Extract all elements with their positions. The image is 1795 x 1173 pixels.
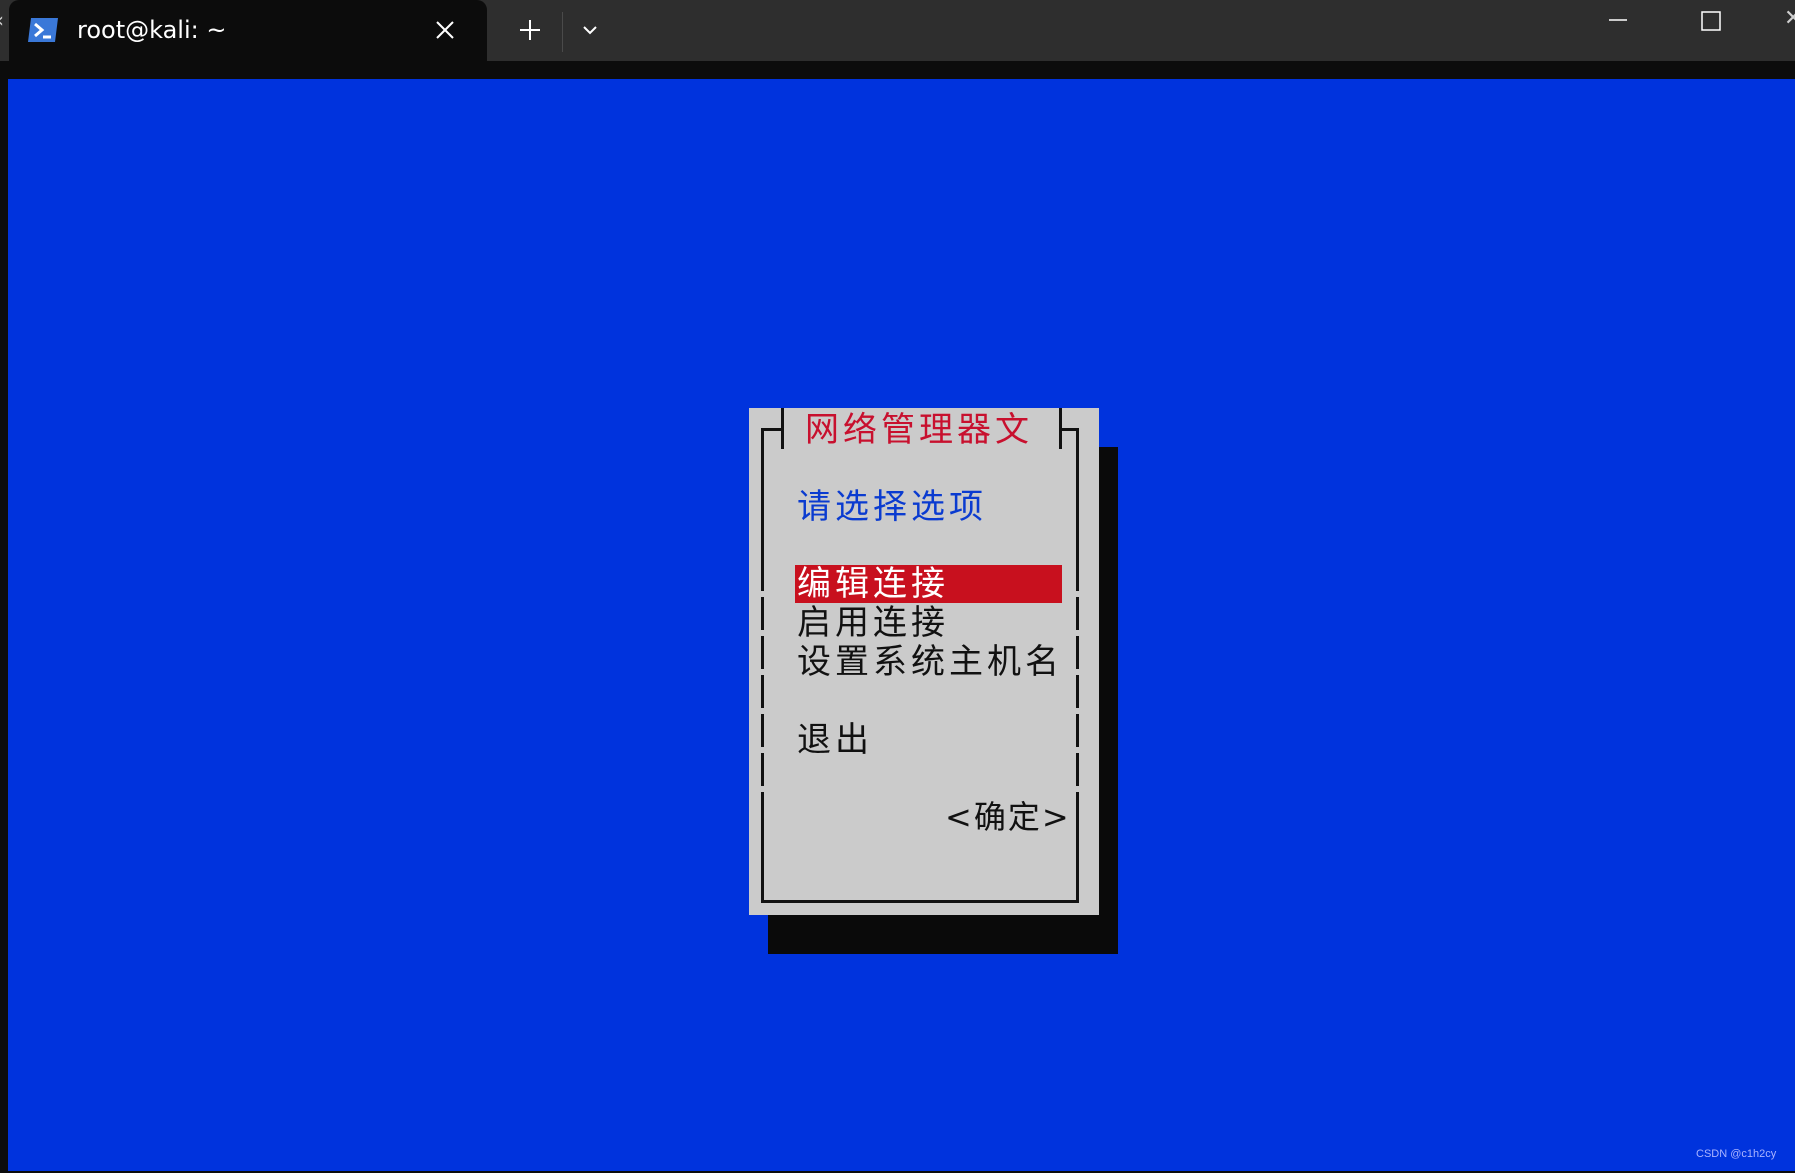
dialog-prompt: 请选择选项: [797, 487, 987, 527]
maximize-icon[interactable]: [1690, 6, 1732, 36]
frame-gap: [761, 669, 764, 675]
chevron-down-icon[interactable]: [572, 14, 608, 46]
terminal-area[interactable]: 网络管理器文 请选择选项 编辑连接 启用连接 设置系统主机名 退出 <确定>: [0, 61, 1795, 1173]
frame-gap: [1076, 630, 1079, 636]
frame-gap: [1076, 669, 1079, 675]
minimize-icon[interactable]: [1597, 6, 1639, 36]
frame-top-right: [1059, 428, 1079, 431]
frame-gap: [761, 630, 764, 636]
tab-title: root@kali: ~: [77, 16, 227, 44]
frame-gap: [1076, 747, 1079, 753]
menu-item-quit[interactable]: 退出: [795, 721, 1062, 759]
frame-gap: [1076, 591, 1079, 597]
frame-gap: [761, 708, 764, 714]
title-tick-right: [1059, 408, 1062, 449]
frame-gap: [761, 747, 764, 753]
title-tick-left: [781, 408, 784, 449]
powershell-icon: [28, 18, 58, 42]
watermark: CSDN @c1h2cy: [1696, 1148, 1777, 1160]
plus-icon[interactable]: [510, 14, 550, 46]
close-icon[interactable]: [432, 17, 458, 43]
title-bar: ‹ root@kali: ~ ✕: [0, 0, 1795, 61]
frame-gap: [761, 786, 764, 792]
tab-divider: [562, 12, 563, 52]
frame-gap: [1076, 786, 1079, 792]
menu-item-set-hostname[interactable]: 设置系统主机名: [795, 643, 1062, 681]
ok-button[interactable]: <确定>: [945, 797, 1071, 837]
nmtui-dialog: 网络管理器文 请选择选项 编辑连接 启用连接 设置系统主机名 退出 <确定>: [749, 408, 1099, 915]
menu-item-activate-connection[interactable]: 启用连接: [795, 604, 1062, 642]
close-window-fragment-icon[interactable]: ✕: [1784, 6, 1795, 31]
dialog-title: 网络管理器文: [805, 410, 1033, 450]
terminal-screen[interactable]: 网络管理器文 请选择选项 编辑连接 启用连接 设置系统主机名 退出 <确定>: [8, 79, 1795, 1171]
menu-item-edit-connection[interactable]: 编辑连接: [795, 565, 1062, 603]
frame-gap: [1076, 708, 1079, 714]
edge-fragment-icon: ‹: [0, 8, 4, 32]
terminal-tab[interactable]: root@kali: ~: [9, 0, 487, 61]
frame-gap: [761, 591, 764, 597]
